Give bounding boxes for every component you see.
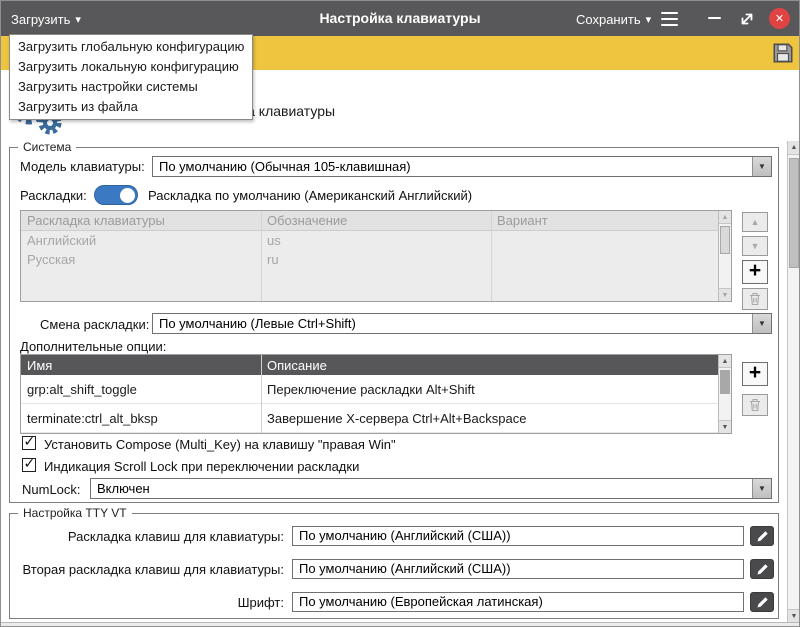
cell-layout: Английский: [21, 233, 261, 248]
tty-layout-edit-button[interactable]: [750, 526, 774, 546]
options-label: Дополнительные опции:: [20, 339, 166, 354]
layout-switch-label: Смена раскладки:: [40, 317, 149, 332]
tty-layout2-input[interactable]: По умолчанию (Английский (США)): [292, 559, 744, 579]
delete-option-button[interactable]: [742, 394, 768, 416]
add-layout-button[interactable]: [742, 260, 768, 284]
scrollbar-thumb[interactable]: [789, 158, 799, 268]
default-layout-toggle-label: Раскладка по умолчанию (Американский Анг…: [148, 188, 472, 203]
scrollbar-thumb[interactable]: [720, 370, 730, 394]
column-divider: [261, 211, 262, 301]
scroll-down-icon[interactable]: [719, 420, 731, 433]
menu-item-load-system[interactable]: Загрузить настройки системы: [10, 77, 252, 97]
table-row[interactable]: grp:alt_shift_toggle Переключение раскла…: [21, 375, 718, 404]
layout-switch-select[interactable]: По умолчанию (Левые Ctrl+Shift): [152, 313, 772, 334]
titlebar: Загрузить Настройка клавиатуры Сохранить: [1, 1, 799, 36]
pencil-icon: [756, 530, 769, 543]
load-dropdown-menu: Загрузить глобальную конфигурацию Загруз…: [9, 34, 253, 120]
close-button[interactable]: [769, 8, 790, 29]
column-divider: [491, 211, 492, 301]
tty-group-legend: Настройка TTY VT: [18, 506, 132, 520]
save-file-icon[interactable]: [771, 41, 795, 65]
system-group-legend: Система: [18, 140, 76, 154]
tty-layout2-label: Вторая раскладка клавиш для клавиатуры:: [14, 562, 284, 577]
tty-layout2-edit-button[interactable]: [750, 559, 774, 579]
numlock-value: Включен: [91, 479, 752, 498]
chevron-down-icon: [752, 157, 771, 176]
layouts-table: Раскладка клавиатуры Обозначение Вариант…: [20, 210, 732, 302]
pencil-icon: [756, 596, 769, 609]
compose-checkbox-label: Установить Compose (Multi_Key) на клавиш…: [44, 437, 396, 452]
cell-code: ru: [261, 252, 491, 267]
menu-item-load-from-file[interactable]: Загрузить из файла: [10, 97, 252, 117]
trash-icon: [749, 292, 761, 306]
column-header-variant: Вариант: [491, 213, 718, 228]
numlock-select[interactable]: Включен: [90, 478, 772, 499]
menu-item-load-global[interactable]: Загрузить глобальную конфигурацию: [10, 37, 252, 57]
cell-code: us: [261, 233, 491, 248]
tty-layout-label: Раскладка клавиш для клавиатуры:: [14, 529, 284, 544]
tty-font-edit-button[interactable]: [750, 592, 774, 612]
toggle-knob: [120, 188, 135, 203]
options-table-header: Имя Описание: [21, 355, 718, 375]
scrolllock-checkbox[interactable]: [22, 458, 36, 472]
options-table: Имя Описание grp:alt_shift_toggle Перекл…: [20, 354, 732, 434]
pencil-icon: [756, 563, 769, 576]
layouts-table-body: Раскладка клавиатуры Обозначение Вариант…: [21, 211, 718, 301]
delete-layout-button[interactable]: [742, 288, 768, 310]
fullscreen-icon[interactable]: [738, 10, 756, 28]
keyboard-model-label: Модель клавиатуры:: [20, 159, 145, 174]
cell-option-name: grp:alt_shift_toggle: [21, 382, 261, 397]
save-menu-button-label: Сохранить: [576, 12, 641, 27]
compose-checkbox[interactable]: [22, 436, 36, 450]
column-header-layout: Раскладка клавиатуры: [21, 213, 261, 228]
move-up-button[interactable]: [742, 212, 768, 232]
table-row[interactable]: Русская ru: [21, 250, 718, 269]
default-layout-toggle[interactable]: [94, 185, 138, 205]
keyboard-model-value: По умолчанию (Обычная 105-клавишная): [153, 157, 752, 176]
options-table-body: Имя Описание grp:alt_shift_toggle Перекл…: [21, 355, 718, 433]
tty-font-input[interactable]: По умолчанию (Европейская латинская): [292, 592, 744, 612]
scroll-down-icon[interactable]: [719, 288, 731, 301]
cell-option-description: Переключение раскладки Alt+Shift: [261, 382, 718, 397]
column-header-description: Описание: [261, 358, 718, 373]
layouts-label: Раскладки:: [20, 188, 87, 203]
page-scrollbar[interactable]: [787, 141, 800, 623]
chevron-down-icon: [752, 314, 771, 333]
column-header-name: Имя: [21, 358, 261, 373]
table-row[interactable]: Английский us: [21, 231, 718, 250]
numlock-label: NumLock:: [22, 482, 81, 497]
scroll-down-icon[interactable]: [788, 609, 800, 623]
scroll-up-icon[interactable]: [719, 211, 731, 224]
tty-group: Настройка TTY VT Раскладка клавиш для кл…: [9, 513, 779, 619]
scroll-up-icon[interactable]: [719, 355, 731, 368]
scrolllock-checkbox-label: Индикация Scroll Lock при переключении р…: [44, 459, 359, 474]
tty-font-label: Шрифт:: [14, 595, 284, 610]
options-table-scrollbar[interactable]: [718, 355, 731, 433]
move-down-button[interactable]: [742, 236, 768, 256]
column-header-code: Обозначение: [261, 213, 491, 228]
layouts-table-scrollbar[interactable]: [718, 211, 731, 301]
table-row[interactable]: terminate:ctrl_alt_bksp Завершение X-сер…: [21, 404, 718, 433]
chevron-down-icon: [752, 479, 771, 498]
bottom-bar: [1, 622, 799, 627]
scroll-up-icon[interactable]: [788, 141, 800, 155]
keyboard-settings-window: Загрузить Настройка клавиатуры Сохранить: [0, 0, 800, 627]
scrollbar-thumb[interactable]: [720, 226, 730, 254]
hamburger-menu-icon[interactable]: [661, 10, 683, 28]
system-group: Система Модель клавиатуры: По умолчанию …: [9, 147, 779, 503]
layouts-table-header: Раскладка клавиатуры Обозначение Вариант: [21, 211, 718, 231]
cell-option-description: Завершение X-сервера Ctrl+Alt+Backspace: [261, 411, 718, 426]
tty-layout-input[interactable]: По умолчанию (Английский (США)): [292, 526, 744, 546]
menu-item-load-local[interactable]: Загрузить локальную конфигурацию: [10, 57, 252, 77]
minimize-button[interactable]: [705, 9, 723, 27]
save-menu-button[interactable]: Сохранить: [576, 9, 651, 29]
trash-icon: [749, 398, 761, 412]
cell-layout: Русская: [21, 252, 261, 267]
layout-switch-value: По умолчанию (Левые Ctrl+Shift): [153, 314, 752, 333]
add-option-button[interactable]: [742, 362, 768, 386]
cell-option-name: terminate:ctrl_alt_bksp: [21, 411, 261, 426]
column-divider: [261, 355, 262, 433]
keyboard-model-select[interactable]: По умолчанию (Обычная 105-клавишная): [152, 156, 772, 177]
